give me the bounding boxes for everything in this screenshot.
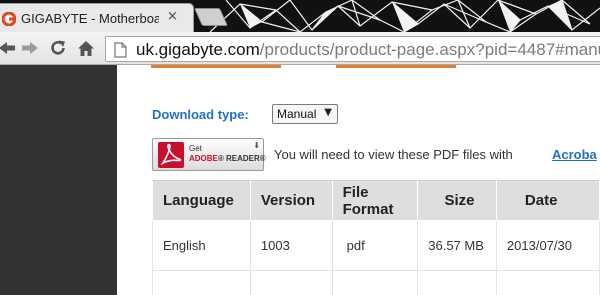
col-header-language: Language [152,180,251,221]
gigabyte-favicon-icon [2,12,16,26]
download-type-value: Manual [277,107,317,121]
url-host: uk.gigabyte.com [136,40,260,59]
browser-toolbar: uk.gigabyte.com/products/product-page.as… [0,32,600,65]
table-row [152,270,600,295]
cell-file-format: pdf [331,220,419,271]
download-arrow-icon: ⬇ [253,141,260,150]
page-icon [114,42,127,58]
table-row: English 1003 pdf 36.57 MB 2013/07/30 [152,220,600,271]
tab-strip: GIGABYTE - Motherboard × [0,0,600,32]
cell-version: 1003 [249,220,333,271]
url-path: /products/product-page.aspx?pid=4487#man… [259,40,600,59]
pdf-notice-text: You will need to view these PDF files wi… [274,147,513,162]
url-text: uk.gigabyte.com/products/product-page.as… [136,40,600,60]
top-accent-strip [151,65,531,69]
cell-size: 36.57 MB [417,220,497,271]
chevron-down-icon: ▼ [324,107,332,118]
acrobat-link[interactable]: Acroba [552,147,597,162]
page-sidebar [0,65,117,295]
reader-get-text: Get [189,144,202,153]
reader-name-text: ADOBE® READER® [189,154,266,163]
table-header-row: Language Version File Format Size Date [152,180,600,221]
back-arrow-icon[interactable] [0,39,16,57]
col-header-size: Size [417,180,497,221]
adobe-reader-logo-icon [158,142,184,168]
col-header-file-format: File Format [331,180,419,221]
page-content: Download type: Manual ▼ Get ADOBE® READE… [117,65,600,295]
tab-gigabyte[interactable]: GIGABYTE - Motherboard × [0,3,194,32]
reload-icon[interactable] [49,39,67,57]
address-bar[interactable]: uk.gigabyte.com/products/product-page.as… [105,36,600,62]
forward-arrow-icon[interactable] [21,39,39,57]
downloads-table: Language Version File Format Size Date E… [152,180,600,295]
download-type-label: Download type: [152,107,249,122]
home-icon[interactable] [77,39,95,57]
reader-adobe-text: ADOBE [189,154,218,163]
cell-date: 2013/07/30 [495,220,600,271]
tab-close-icon[interactable]: × [167,9,178,24]
col-header-date: Date [495,180,600,221]
col-header-version: Version [249,180,333,221]
reader-product-text: ® READER® [217,154,266,163]
cell-language: English [152,220,251,271]
tab-title: GIGABYTE - Motherboard [21,11,159,26]
get-adobe-reader-button[interactable]: Get ADOBE® READER® ⬇ [152,138,266,171]
download-type-select[interactable]: Manual ▼ [272,104,338,124]
